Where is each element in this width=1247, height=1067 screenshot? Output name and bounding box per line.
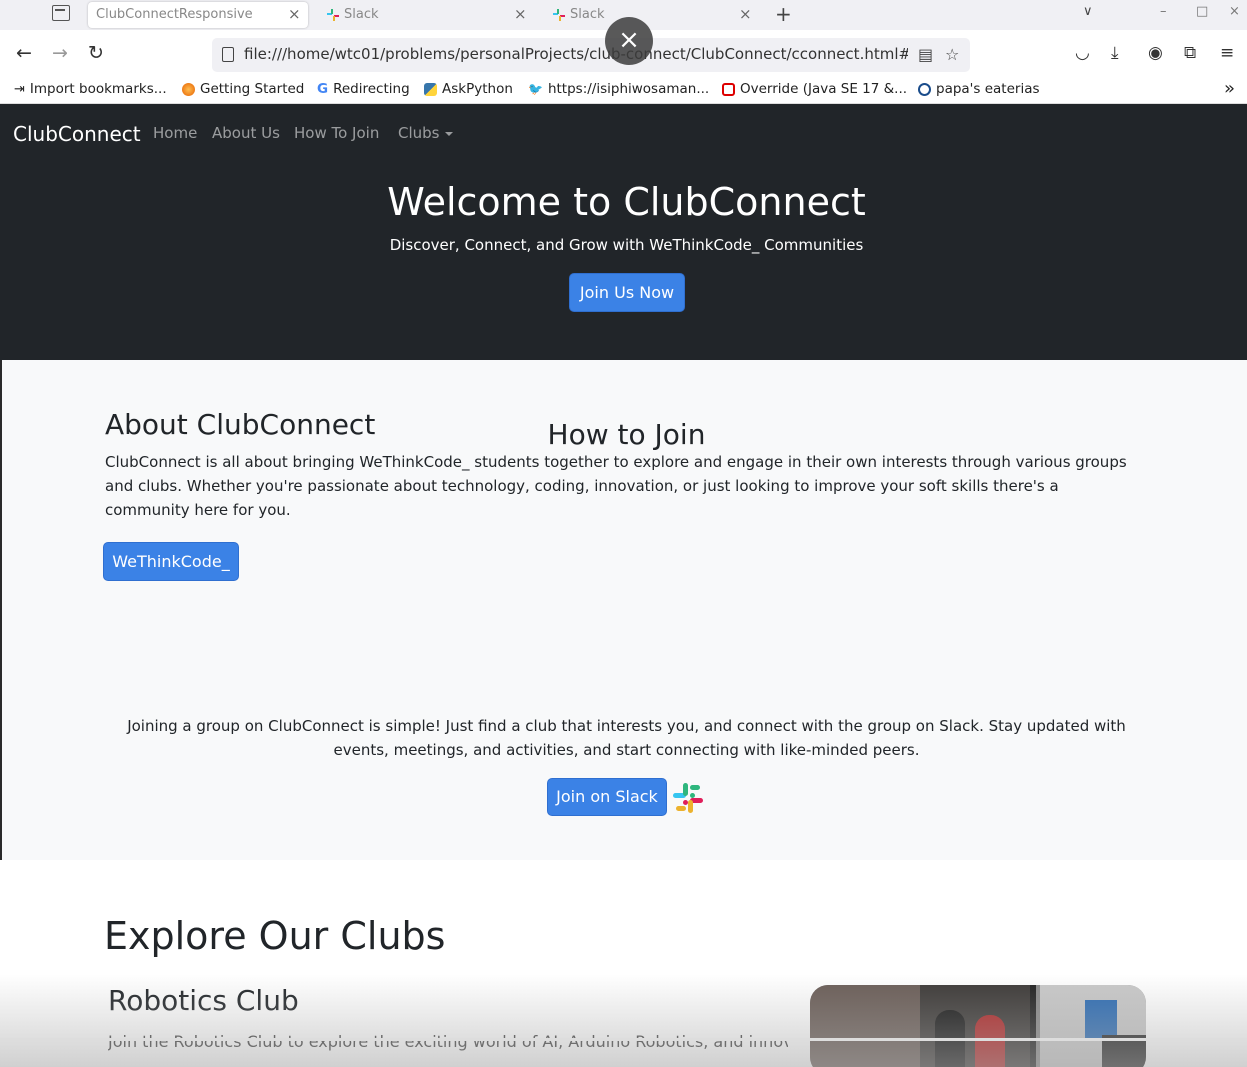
- bookmark-label: papa's eaterias: [936, 81, 1040, 97]
- url-text[interactable]: file:///home/wtc01/problems/personalProj…: [244, 45, 908, 63]
- hero-subtitle: Discover, Connect, and Grow with WeThink…: [389, 236, 864, 254]
- close-window-button[interactable]: ×: [1229, 4, 1240, 19]
- bookmark-isiphiwo[interactable]: 🐦 https://isiphiwosaman...: [528, 81, 709, 97]
- import-icon: ⇥: [14, 81, 25, 97]
- firefox-icon: [182, 82, 195, 96]
- url-bar[interactable]: file:///home/wtc01/problems/personalProj…: [212, 38, 970, 72]
- slack-icon: [553, 9, 565, 21]
- clubs-section: Explore Our Clubs Robotics Club Join the…: [0, 860, 1247, 1067]
- nav-clubs-label: Clubs: [398, 124, 440, 142]
- forward-arrow-icon[interactable]: →: [52, 42, 68, 64]
- bookmark-override-java[interactable]: Override (Java SE 17 &...: [722, 81, 907, 97]
- bookmarks-overflow-icon[interactable]: »: [1224, 78, 1235, 99]
- new-tab-button[interactable]: +: [775, 2, 792, 26]
- python-icon: [424, 82, 437, 96]
- reload-icon[interactable]: ↻: [88, 42, 104, 64]
- close-tab-icon[interactable]: ×: [514, 5, 527, 23]
- nav-home[interactable]: Home: [153, 124, 197, 142]
- tab-slack-2[interactable]: Slack ×: [544, 2, 760, 28]
- club-description: Join the Robotics Club to explore the ex…: [108, 1032, 788, 1051]
- minimize-button[interactable]: –: [1160, 4, 1167, 19]
- tab-overview-icon[interactable]: [52, 5, 70, 21]
- bookmark-label: https://isiphiwosaman...: [547, 81, 710, 97]
- oracle-icon: [722, 82, 735, 96]
- account-icon[interactable]: ◉: [1148, 43, 1163, 63]
- nav-clubs-dropdown[interactable]: Clubs: [398, 124, 454, 142]
- twitter-icon: 🐦: [528, 82, 543, 96]
- bookmark-papas-eaterias[interactable]: papa's eaterias: [918, 81, 1040, 97]
- bookmark-getting-started[interactable]: Getting Started: [182, 81, 304, 97]
- extensions-icon[interactable]: ⧉: [1184, 43, 1196, 63]
- bookmark-import[interactable]: ⇥ Import bookmarks...: [14, 81, 167, 97]
- bookmark-label: Override (Java SE 17 &...: [740, 81, 908, 97]
- caret-down-icon: [445, 131, 454, 136]
- bookmark-redirecting[interactable]: G Redirecting: [317, 81, 410, 97]
- bookmark-label: AskPython: [442, 81, 513, 97]
- bookmark-label: Redirecting: [333, 81, 410, 97]
- globe-icon: [918, 82, 931, 96]
- tab-list-chevron-icon[interactable]: ∨: [1083, 4, 1093, 19]
- reader-view-icon[interactable]: ▤: [918, 45, 933, 64]
- back-arrow-icon[interactable]: ←: [16, 42, 32, 64]
- join-on-slack-button[interactable]: Join on Slack: [548, 779, 666, 815]
- bookmarks-bar: ⇥ Import bookmarks... Getting Started G …: [0, 78, 1247, 104]
- clubs-title: Explore Our Clubs: [104, 914, 446, 958]
- robotics-club-photo: [810, 985, 1146, 1067]
- pocket-icon[interactable]: ◡: [1075, 43, 1090, 63]
- bookmark-label: Getting Started: [200, 81, 305, 97]
- close-tab-icon[interactable]: ×: [739, 5, 752, 23]
- tab-clubconnect[interactable]: ClubConnectResponsive ×: [88, 2, 308, 28]
- download-icon[interactable]: ⤓: [1111, 43, 1119, 63]
- nav-about-us[interactable]: About Us: [212, 124, 280, 142]
- maximize-button[interactable]: □: [1196, 4, 1208, 19]
- hero-section: ClubConnect Home About Us How To Join Cl…: [0, 104, 1247, 360]
- google-icon: G: [317, 81, 329, 97]
- about-text: ClubConnect is all about bringing WeThin…: [105, 453, 1127, 519]
- club-name: Robotics Club: [108, 984, 299, 1017]
- hero-title: Welcome to ClubConnect: [387, 180, 866, 224]
- slack-icon: [327, 9, 339, 21]
- page-viewport: ClubConnect Home About Us How To Join Cl…: [0, 104, 1247, 1067]
- overlay-close-button[interactable]: ×: [605, 17, 653, 65]
- tab-label: Slack: [344, 7, 379, 22]
- menu-icon[interactable]: ≡: [1220, 43, 1234, 63]
- bookmark-label: Import bookmarks...: [29, 81, 167, 97]
- site-brand[interactable]: ClubConnect: [13, 122, 141, 146]
- tab-label: Slack: [570, 7, 605, 22]
- page-info-icon[interactable]: [222, 47, 234, 62]
- join-title: How to Join: [547, 418, 706, 451]
- bookmark-askpython[interactable]: AskPython: [424, 81, 513, 97]
- tab-label: ClubConnectResponsive: [96, 7, 253, 22]
- video-progress-bar[interactable]: [0, 1038, 1247, 1041]
- tab-slack-1[interactable]: Slack ×: [318, 2, 536, 28]
- nav-how-to-join[interactable]: How To Join: [294, 124, 379, 142]
- slack-logo-icon[interactable]: [671, 781, 705, 815]
- bookmark-star-icon[interactable]: ☆: [945, 45, 959, 64]
- join-us-now-button[interactable]: Join Us Now: [570, 274, 684, 311]
- join-text: Joining a group on ClubConnect is simple…: [127, 717, 1126, 759]
- wethinkcode-button[interactable]: WeThinkCode_: [104, 543, 238, 580]
- close-tab-icon[interactable]: ×: [288, 5, 301, 23]
